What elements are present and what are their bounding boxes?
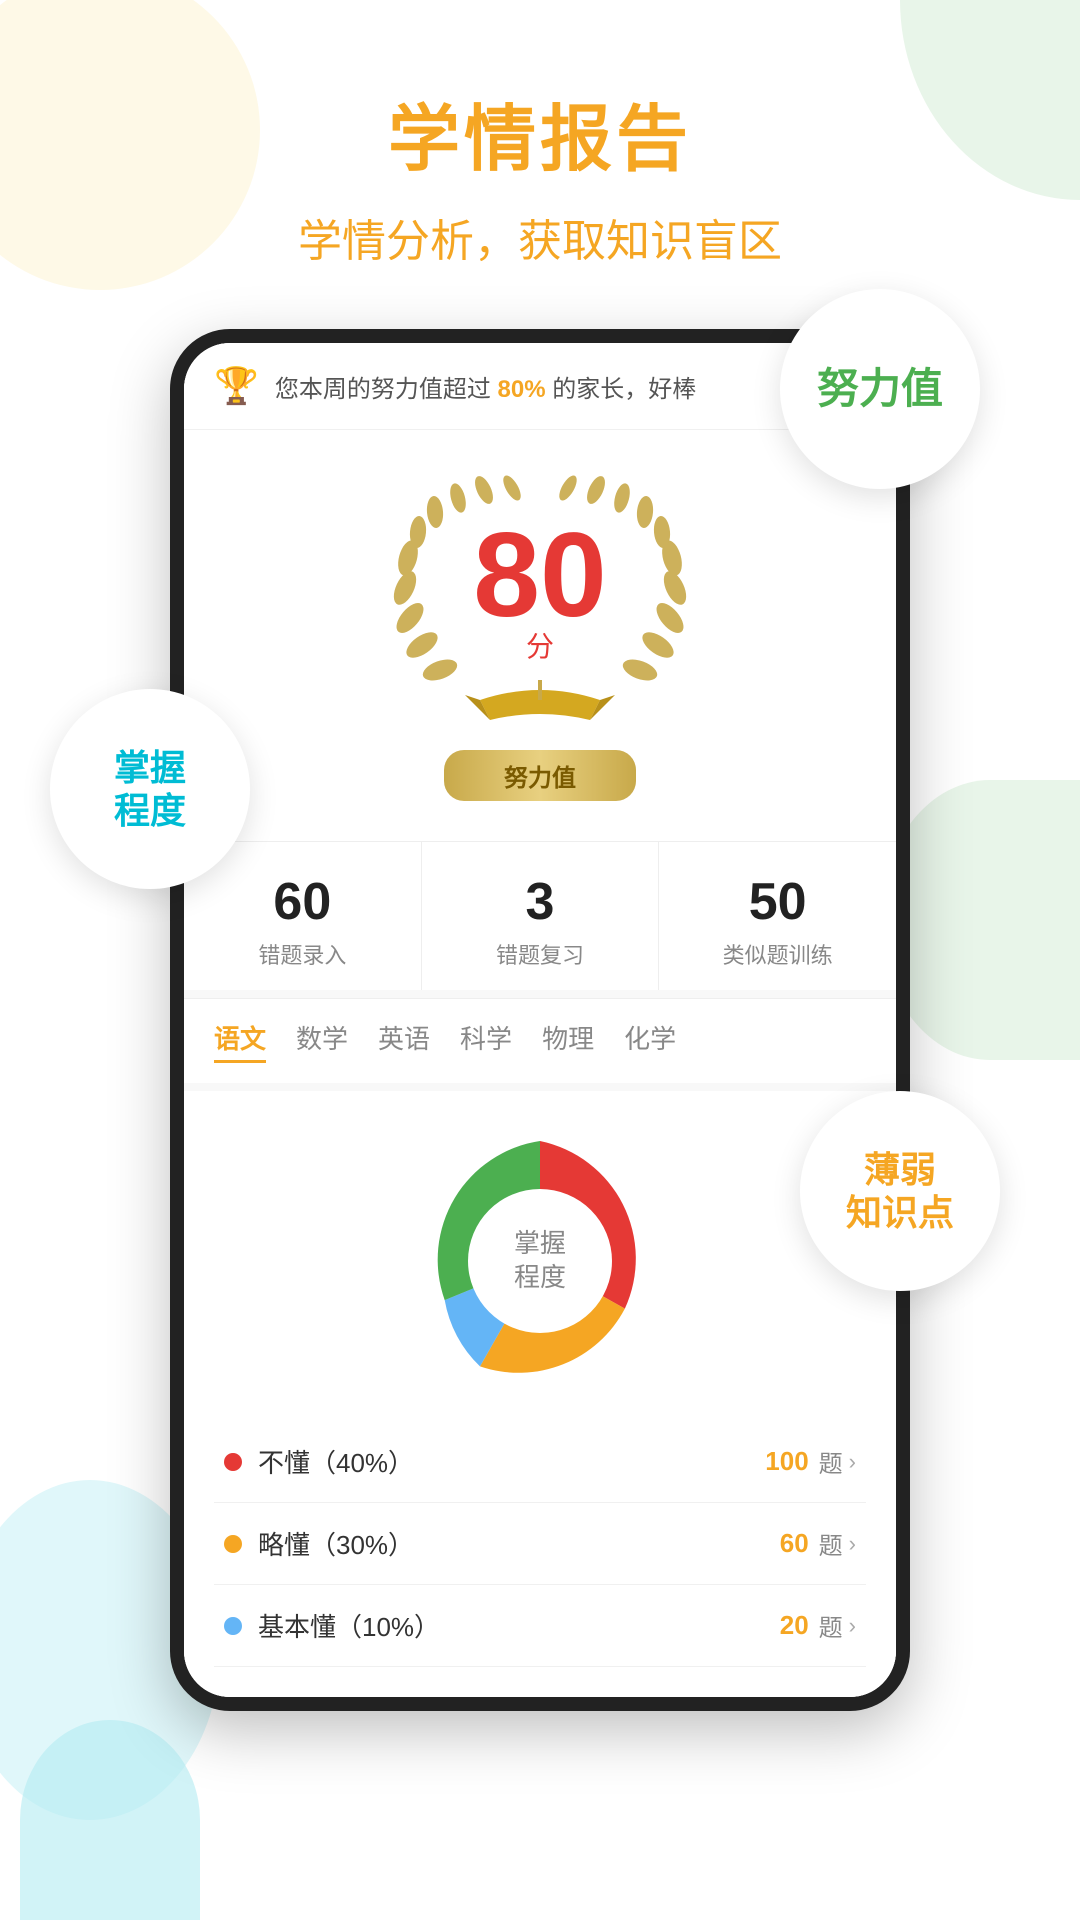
badge-weak-points: 薄弱知识点: [800, 1091, 1000, 1291]
legend-text-1: 略懂（30%）: [258, 1525, 780, 1562]
trophy-icon: 🏆: [214, 365, 259, 407]
legend-arrow-2: ›: [849, 1613, 856, 1639]
legend-item-2[interactable]: 基本懂（10%） 20 题 ›: [214, 1585, 866, 1667]
laurel-wrapper: 80 分: [370, 460, 710, 740]
legend-unit-2: 题: [819, 1608, 843, 1643]
chart-section: 掌握程度 不懂（40%） 100 题 › 略懂（30%: [184, 1091, 896, 1697]
badge-effort-text: 努力值: [817, 364, 943, 414]
tab-science[interactable]: 科学: [460, 1019, 512, 1063]
legend-count-1: 60: [780, 1528, 809, 1559]
legend-dot-1: [224, 1535, 242, 1553]
stat-number-0: 60: [273, 872, 331, 932]
stat-label-0: 错题录入: [258, 938, 346, 970]
stat-number-1: 3: [526, 872, 555, 932]
legend-text-2: 基本懂（10%）: [258, 1607, 780, 1644]
legend-dot-2: [224, 1617, 242, 1635]
stat-item-wrong-review: 3 错题复习: [422, 842, 660, 990]
tab-math[interactable]: 数学: [296, 1019, 348, 1063]
page-subtitle: 学情分析，获取知识盲区: [298, 205, 782, 269]
score-unit: 分: [526, 625, 554, 665]
tab-english[interactable]: 英语: [378, 1019, 430, 1063]
stat-label-2: 类似题训练: [723, 938, 833, 970]
tab-chinese[interactable]: 语文: [214, 1019, 266, 1063]
legend-item-1[interactable]: 略懂（30%） 60 题 ›: [214, 1503, 866, 1585]
score-number: 80: [473, 515, 606, 635]
stat-number-2: 50: [749, 872, 807, 932]
legend-unit-0: 题: [819, 1444, 843, 1479]
subject-tabs: 语文 数学 英语 科学 物理 化学: [184, 998, 896, 1083]
legend-list: 不懂（40%） 100 题 › 略懂（30%） 60 题 ›: [214, 1421, 866, 1667]
donut-center-label: 掌握程度: [514, 1227, 566, 1295]
trophy-highlight: 80%: [498, 376, 546, 403]
trophy-text: 您本周的努力值超过 80% 的家长，好棒: [275, 369, 696, 404]
badge-mastery: 掌握程度: [50, 689, 250, 889]
stats-row: 60 错题录入 3 错题复习 50 类似题训练: [184, 841, 896, 990]
score-section: 80 分 努力值: [184, 430, 896, 841]
phone-mockup: 努力值 掌握程度 薄弱知识点 🏆 您本周的努力值超过 80% 的家长，好棒: [130, 329, 950, 1711]
donut-chart: 掌握程度: [400, 1121, 680, 1401]
stat-item-wrong-entry: 60 错题录入: [184, 842, 422, 990]
page-title: 学情报告: [388, 80, 692, 185]
phone-screen: 🏆 您本周的努力值超过 80% 的家长，好棒: [184, 343, 896, 1697]
legend-dot-0: [224, 1453, 242, 1471]
phone-frame: 🏆 您本周的努力值超过 80% 的家长，好棒: [170, 329, 910, 1711]
badge-effort: 努力值: [780, 289, 980, 489]
badge-weak-points-text: 薄弱知识点: [846, 1148, 954, 1234]
legend-count-2: 20: [780, 1610, 809, 1641]
bg-decoration-bottom-left2: [20, 1720, 200, 1920]
legend-arrow-0: ›: [849, 1449, 856, 1475]
stat-label-1: 错题复习: [496, 938, 584, 970]
score-label-banner: 努力值: [444, 750, 636, 801]
legend-item-0[interactable]: 不懂（40%） 100 题 ›: [214, 1421, 866, 1503]
legend-unit-1: 题: [819, 1526, 843, 1561]
tab-chemistry[interactable]: 化学: [624, 1019, 676, 1063]
stat-item-similar-practice: 50 类似题训练: [659, 842, 896, 990]
legend-count-0: 100: [765, 1446, 808, 1477]
legend-text-0: 不懂（40%）: [258, 1443, 765, 1480]
score-center: 80 分: [473, 515, 606, 665]
tab-physics[interactable]: 物理: [542, 1019, 594, 1063]
badge-mastery-text: 掌握程度: [114, 746, 186, 832]
legend-arrow-1: ›: [849, 1531, 856, 1557]
